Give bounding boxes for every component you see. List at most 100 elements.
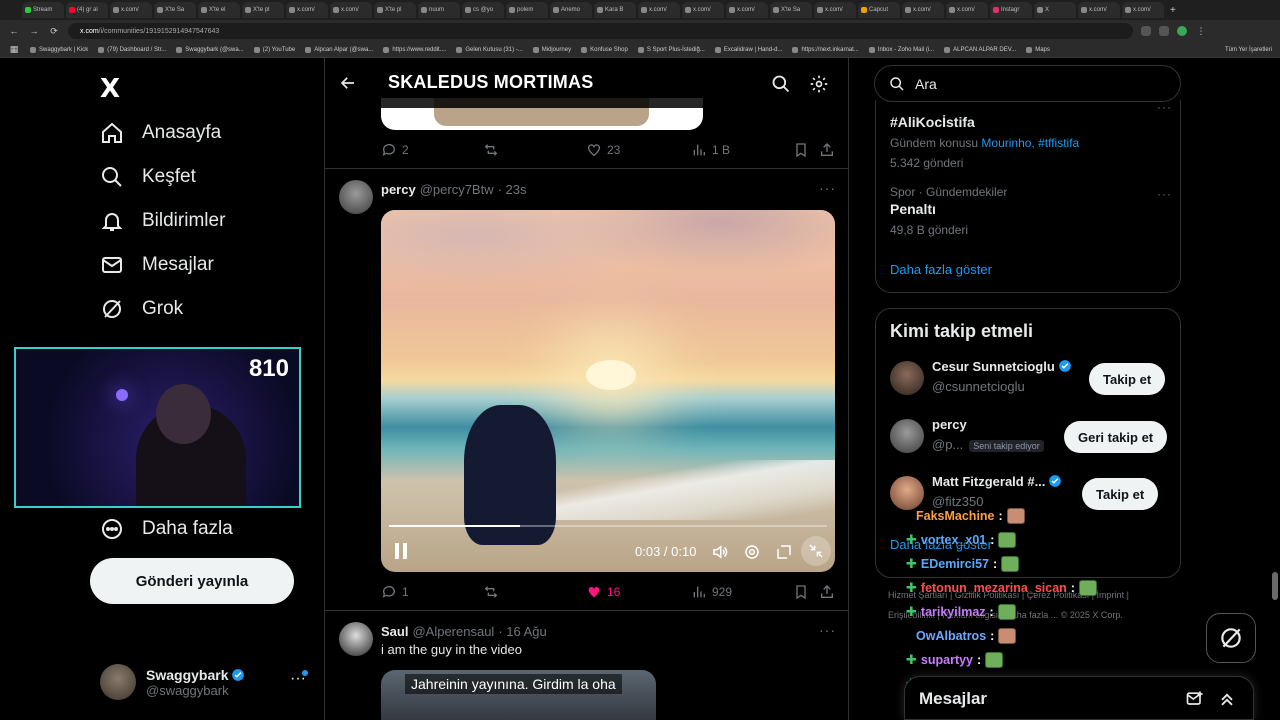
nav-item-messages[interactable]: Mesajlar [100,253,214,277]
bookmark-item[interactable]: S Sport Plus-İstediğ... [637,46,705,53]
browser-tab[interactable]: X [1034,2,1076,18]
bookmark-item[interactable]: Konfuse Shop [581,46,628,53]
video-progress-bar[interactable] [389,525,827,527]
browser-tab[interactable]: Kara B [594,2,636,18]
nav-item-notifications[interactable]: Bildirimler [100,209,225,233]
bookmark-item[interactable]: Maps [1026,46,1050,53]
browser-tab[interactable]: x.com/ [286,2,328,18]
bookmark-item[interactable]: ALPCAN ALPAR DEV... [944,46,1016,53]
all-bookmarks-link[interactable]: Tüm Yer İşaretleri [1225,47,1272,53]
post-media[interactable]: Jahreinin yayınına. Girdim la oha [381,670,656,720]
trend-item[interactable]: #AliKocİstifa Gündem konusu Mourinho, #t… [890,112,1170,170]
bookmark-item[interactable]: https://next.inkarnat... [792,46,859,53]
browser-tab[interactable]: polem [506,2,548,18]
follow-back-button[interactable]: Geri takip et [1064,421,1168,453]
apps-grid-icon[interactable]: ▦ [8,44,20,55]
new-tab-icon[interactable]: + [1170,5,1176,16]
bookmark-icon[interactable] [793,584,809,600]
exit-fullscreen-button[interactable] [801,536,831,566]
post-button[interactable]: Gönderi yayınla [90,558,294,604]
browser-tab[interactable]: x.com/ [330,2,372,18]
repost-button[interactable] [483,142,499,158]
post-author-handle[interactable]: @percy7Btw [420,182,494,197]
repost-button[interactable] [483,584,499,600]
gear-icon[interactable] [743,543,761,561]
post-author-name[interactable]: Saul [381,624,408,639]
extension-icon[interactable] [1141,26,1151,36]
browser-tab[interactable]: Anemo [550,2,592,18]
bookmark-item[interactable]: Alpcan Alpar (@swa... [305,46,373,53]
search-icon[interactable] [771,74,791,94]
x-logo[interactable]: X [100,74,120,104]
back-arrow-icon[interactable] [339,74,357,92]
avatar[interactable] [339,180,373,214]
messages-drawer[interactable]: Mesajlar [904,676,1254,720]
browser-tab[interactable]: x.com/ [1122,2,1164,18]
browser-tab[interactable]: Stream [22,2,64,18]
browser-tab[interactable]: x.com/ [638,2,680,18]
post-more-icon[interactable]: ··· [819,180,836,196]
chevron-up-double-icon[interactable] [1217,689,1237,709]
browser-tab[interactable]: x.com/ [110,2,152,18]
browser-tab[interactable]: (4) gr al [66,2,108,18]
page-scrollbar[interactable] [1272,58,1278,600]
bookmark-item[interactable]: Gelen Kutusu (31) -... [456,46,523,53]
show-more-link[interactable]: Daha fazla göster [890,262,992,277]
grok-floating-button[interactable] [1206,613,1256,663]
trend-more-icon[interactable]: ··· [1157,100,1172,114]
search-input[interactable]: Ara [874,65,1181,102]
volume-icon[interactable] [711,543,729,561]
picture-in-picture-icon[interactable] [775,543,793,561]
browser-tab[interactable]: X'te pl [374,2,416,18]
follow-suggestion[interactable]: percy @p... Seni takip ediyor Geri takip … [890,415,1170,459]
browser-reload-icon[interactable]: ⟳ [48,26,60,37]
bookmark-item[interactable]: (79) Dashboard / Str... [98,46,166,53]
video-player[interactable]: 0:03 / 0:10 [381,210,835,572]
extension-icon[interactable] [1159,26,1169,36]
browser-tab[interactable]: X'te el [198,2,240,18]
nav-item-home[interactable]: Anasayfa [100,121,221,145]
avatar[interactable] [339,622,373,656]
browser-tab[interactable]: x.com/ [814,2,856,18]
nav-item-explore[interactable]: Keşfet [100,165,196,189]
browser-tab[interactable]: X'te pl [242,2,284,18]
post-time[interactable]: · 23s [498,182,527,197]
browser-tab[interactable]: x.com/ [726,2,768,18]
nav-item-more[interactable]: Daha fazla [100,517,233,541]
browser-back-icon[interactable]: ← [8,26,20,36]
trend-more-icon[interactable]: ··· [1157,187,1172,201]
follow-button[interactable]: Takip et [1089,363,1166,395]
post-more-icon[interactable]: ··· [819,622,836,638]
browser-tab[interactable]: Capcut [858,2,900,18]
url-field[interactable]: x.com/i/communities/1919152914947547643 [68,23,1133,39]
trend-item[interactable]: Spor · Gündemdekiler Penaltı 49,8 B gönd… [890,185,1170,237]
post-author-name[interactable]: percy [381,182,416,197]
bookmark-item[interactable]: Midjourney [532,46,571,53]
bookmark-icon[interactable] [793,142,809,158]
bookmark-item[interactable]: https://www.reddit.... [383,46,446,53]
views-button[interactable]: 1 B [691,142,730,158]
browser-tab[interactable]: X'te Sa [154,2,196,18]
bookmark-item[interactable]: Swaggybark (@swa... [176,46,244,53]
trend-context-links[interactable]: Mourinho, #tffistifa [981,136,1079,150]
scrollbar-thumb[interactable] [1272,572,1278,600]
browser-menu-icon[interactable]: ⋮ [1195,26,1207,37]
gear-icon[interactable] [809,74,829,94]
post-author-handle[interactable]: @Alperensaul [412,624,494,639]
like-button[interactable]: 23 [586,142,620,158]
browser-tab[interactable]: x.com/ [1078,2,1120,18]
browser-tab[interactable]: x.com/ [682,2,724,18]
views-button[interactable]: 929 [691,584,732,600]
follow-suggestion[interactable]: Cesur Sunnetcioglu @csunnetcioglu Takip … [890,357,1170,401]
browser-tab[interactable]: X'te Sa [770,2,812,18]
share-icon[interactable] [819,584,835,600]
bookmark-item[interactable]: Excalidraw | Hand-d... [714,46,782,53]
browser-tab[interactable]: cs @yo [462,2,504,18]
bookmark-item[interactable]: Inbox - Zoho Mail (i... [868,46,934,53]
browser-tab[interactable]: x.com/ [946,2,988,18]
pause-icon[interactable] [393,542,409,560]
browser-tab[interactable]: Instagr [990,2,1032,18]
browser-tab[interactable]: nuum [418,2,460,18]
new-message-icon[interactable] [1185,689,1205,709]
browser-tab[interactable]: x.com/ [902,2,944,18]
